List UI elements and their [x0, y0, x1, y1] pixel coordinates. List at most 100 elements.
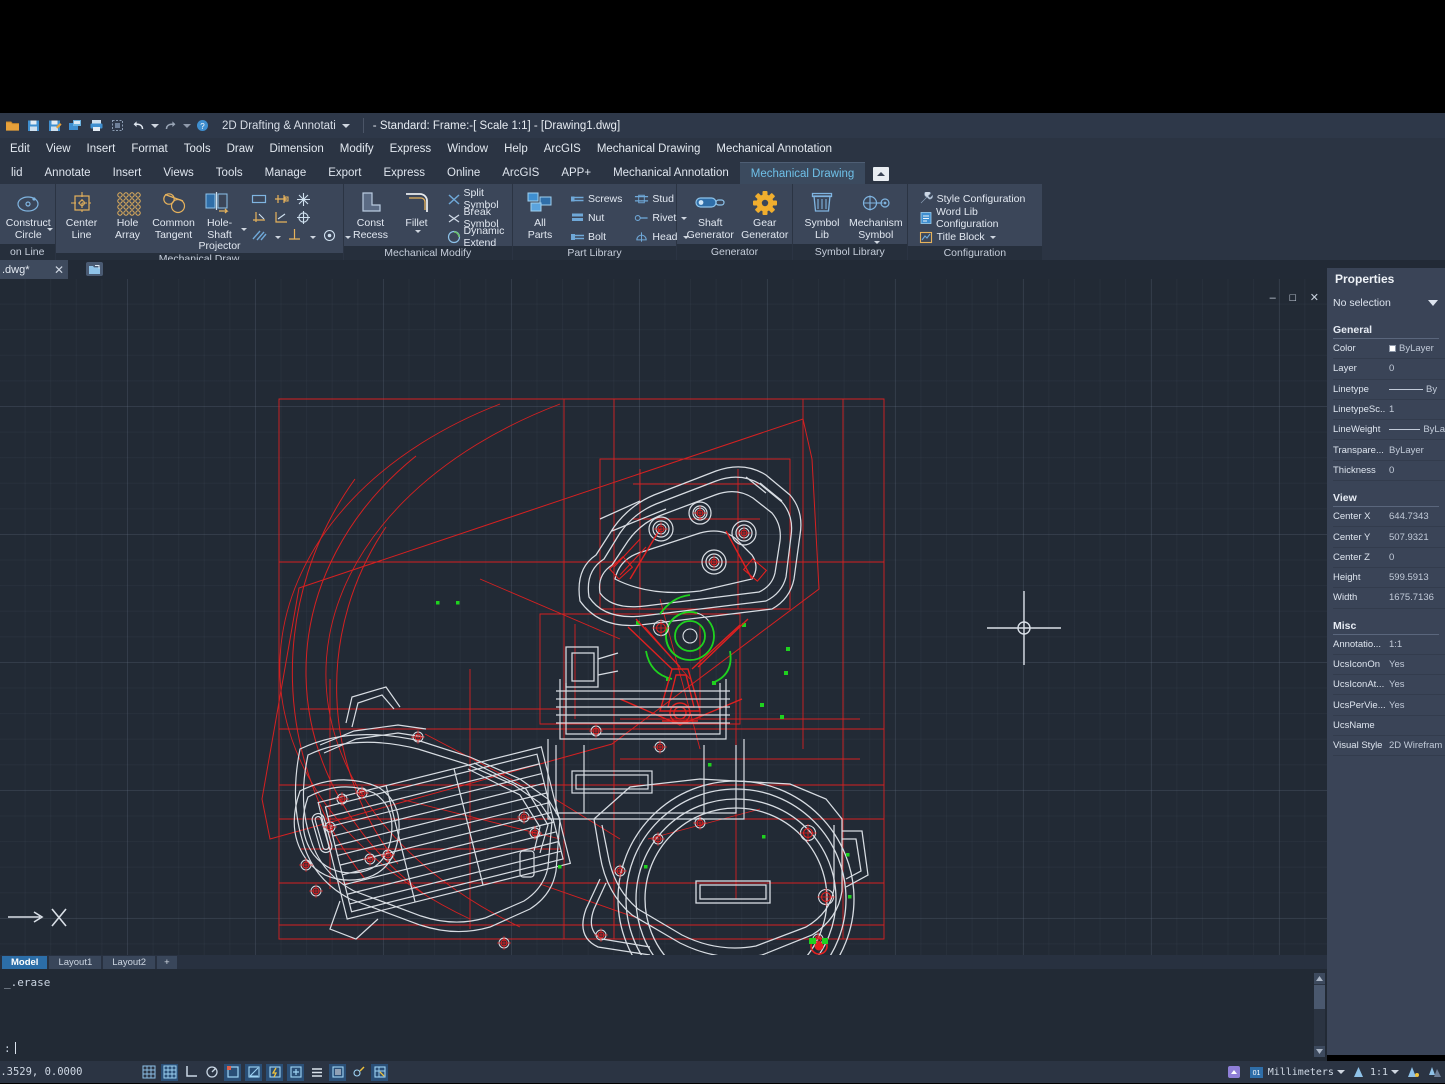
menu-item-modify[interactable]: Modify [332, 138, 382, 160]
rectangle-tool-icon[interactable] [251, 191, 268, 207]
symbol-lib-button[interactable]: Symbol Lib [799, 188, 845, 241]
minimize-icon[interactable]: – [1270, 293, 1276, 304]
tab-mechanical-annotation[interactable]: Mechanical Annotation [602, 162, 740, 184]
menu-item-draw[interactable]: Draw [219, 138, 262, 160]
save-icon[interactable] [23, 115, 44, 136]
units-selector[interactable]: 01 Millimeters [1248, 1064, 1345, 1081]
symmetry-dropdown-icon[interactable] [309, 236, 316, 239]
quick-properties-toggle[interactable] [350, 1064, 367, 1081]
property-row-ucsicon-at-origin[interactable]: UcsIconAt... Yes [1333, 675, 1445, 696]
save-as-icon[interactable] [44, 115, 65, 136]
screws-button[interactable]: Screws [567, 190, 625, 208]
scrollbar-thumb[interactable] [1314, 985, 1325, 1009]
dynamic-extend-button[interactable]: Dynamic Extend [444, 225, 512, 249]
annotation-scale-selector[interactable]: 1:1 [1350, 1064, 1399, 1081]
menu-item-mechanical-drawing[interactable]: Mechanical Drawing [589, 138, 709, 160]
layout-tab-layout2[interactable]: Layout2 [103, 955, 156, 969]
menu-item-tools[interactable]: Tools [176, 138, 219, 160]
tab-annotate[interactable]: Annotate [34, 162, 102, 184]
new-tab-icon[interactable] [86, 262, 103, 276]
gear-generator-button[interactable]: Gear Generator [737, 188, 792, 241]
print-icon[interactable] [86, 115, 107, 136]
word-lib-configuration-button[interactable]: Word Lib Configuration [916, 206, 1042, 230]
selection-dropdown[interactable]: No selection [1333, 292, 1441, 313]
const-recess-button[interactable]: Const Recess [348, 188, 394, 241]
property-row-transparency[interactable]: Transpare... ByLayer [1333, 440, 1445, 461]
title-block-dropdown-icon[interactable] [989, 235, 996, 239]
property-row-annotation-scale[interactable]: Annotatio... 1:1 [1333, 635, 1445, 655]
property-row-center-x[interactable]: Center X 644.7343 [1333, 507, 1445, 528]
grid-display-toggle[interactable] [140, 1064, 157, 1081]
scroll-down-icon[interactable] [1314, 1046, 1325, 1057]
keyway-tool-icon[interactable] [273, 191, 290, 207]
annotation-scale-sync-icon[interactable] [1426, 1064, 1443, 1081]
restore-icon[interactable]: ☐ [1289, 293, 1297, 303]
object-snap-toggle[interactable] [224, 1063, 241, 1081]
dynamic-ucs-toggle[interactable] [266, 1063, 283, 1081]
property-row-ucs-per-viewport[interactable]: UcsPerVie... Yes [1333, 695, 1445, 716]
menu-item-express[interactable]: Express [382, 138, 440, 160]
command-line-area[interactable]: _.erase : [0, 969, 1327, 1061]
help-icon[interactable]: ? [192, 115, 213, 136]
hole-shaft-projector-button[interactable]: Hole-Shaft Projector [197, 188, 243, 253]
tab-manage[interactable]: Manage [254, 162, 318, 184]
ortho-mode-toggle[interactable] [182, 1064, 199, 1081]
symmetry-axis-icon[interactable] [286, 227, 303, 243]
property-row-thickness[interactable]: Thickness 0 [1333, 461, 1445, 482]
hatch-dropdown-icon[interactable] [274, 236, 281, 239]
menu-item-edit[interactable]: Edit [2, 138, 38, 160]
bolt-button[interactable]: Bolt [567, 228, 625, 246]
redo-dropdown-icon[interactable] [181, 115, 192, 136]
coordinate-readout[interactable]: 3.3529, 0.0000 [0, 1066, 140, 1078]
property-row-ucsicon-on[interactable]: UcsIconOn Yes [1333, 655, 1445, 676]
chamfer-tool-icon[interactable] [251, 209, 268, 225]
lineweight-toggle[interactable] [308, 1064, 325, 1081]
tab-export[interactable]: Export [317, 162, 372, 184]
menu-item-format[interactable]: Format [123, 138, 175, 160]
property-row-linetype-scale[interactable]: LinetypeSc... 1 [1333, 400, 1445, 421]
minimize-ribbon-icon[interactable] [873, 167, 890, 181]
tab-online[interactable]: Online [436, 162, 491, 184]
workspace-selector[interactable]: 2D Drafting & Annotati [218, 116, 354, 135]
menu-item-mechanical-annotation[interactable]: Mechanical Annotation [708, 138, 840, 160]
snap-mode-toggle[interactable] [161, 1063, 178, 1081]
target-center-icon[interactable] [295, 209, 312, 225]
menu-item-view[interactable]: View [38, 138, 79, 160]
layout-tab-model[interactable]: Model [2, 955, 48, 969]
property-row-color[interactable]: Color ByLayer [1333, 339, 1445, 360]
annotation-scale-add-icon[interactable] [1404, 1064, 1421, 1081]
property-row-center-z[interactable]: Center Z 0 [1333, 548, 1445, 568]
polar-tracking-toggle[interactable] [203, 1064, 220, 1081]
tab-solid[interactable]: lid [0, 162, 34, 184]
tab-insert[interactable]: Insert [102, 162, 153, 184]
document-tab-drawing1[interactable]: .dwg* ✕ [0, 260, 68, 279]
all-parts-button[interactable]: All Parts [517, 188, 563, 241]
fillet-dropdown-icon[interactable] [414, 229, 421, 233]
layout-tab-layout1[interactable]: Layout1 [49, 955, 102, 969]
construct-circle-dropdown-icon[interactable] [46, 228, 53, 231]
common-tangent-button[interactable]: Common Tangent [151, 188, 197, 241]
tab-express[interactable]: Express [372, 162, 436, 184]
tab-mechanical-drawing[interactable]: Mechanical Drawing [739, 162, 866, 184]
tab-tools[interactable]: Tools [205, 162, 254, 184]
property-row-center-y[interactable]: Center Y 507.9321 [1333, 527, 1445, 548]
property-row-lineweight[interactable]: LineWeight ByLa [1333, 420, 1445, 441]
selection-cycling-toggle[interactable] [371, 1063, 388, 1081]
menu-item-dimension[interactable]: Dimension [261, 138, 331, 160]
property-row-visual-style[interactable]: Visual Style 2D Wirefram [1333, 736, 1445, 757]
command-input-row[interactable]: : [0, 1039, 1310, 1057]
concentric-circle-icon[interactable] [321, 227, 338, 243]
tab-arcgis[interactable]: ArcGIS [491, 162, 550, 184]
construct-circle-button[interactable]: Construct Circle [2, 188, 55, 241]
property-row-height[interactable]: Height 599.5913 [1333, 568, 1445, 589]
plot-icon[interactable] [65, 115, 86, 136]
mechanism-symbol-button[interactable]: Mechanism Symbol [845, 188, 907, 244]
hole-array-button[interactable]: Hole Array [105, 188, 151, 241]
redo-icon[interactable] [160, 115, 181, 136]
taper-tool-icon[interactable] [273, 209, 290, 225]
object-snap-tracking-toggle[interactable] [245, 1063, 262, 1081]
transparency-toggle[interactable] [329, 1063, 346, 1081]
undo-icon[interactable] [128, 115, 149, 136]
property-row-linetype[interactable]: Linetype By [1333, 380, 1445, 400]
spline-burst-icon[interactable] [295, 191, 312, 207]
